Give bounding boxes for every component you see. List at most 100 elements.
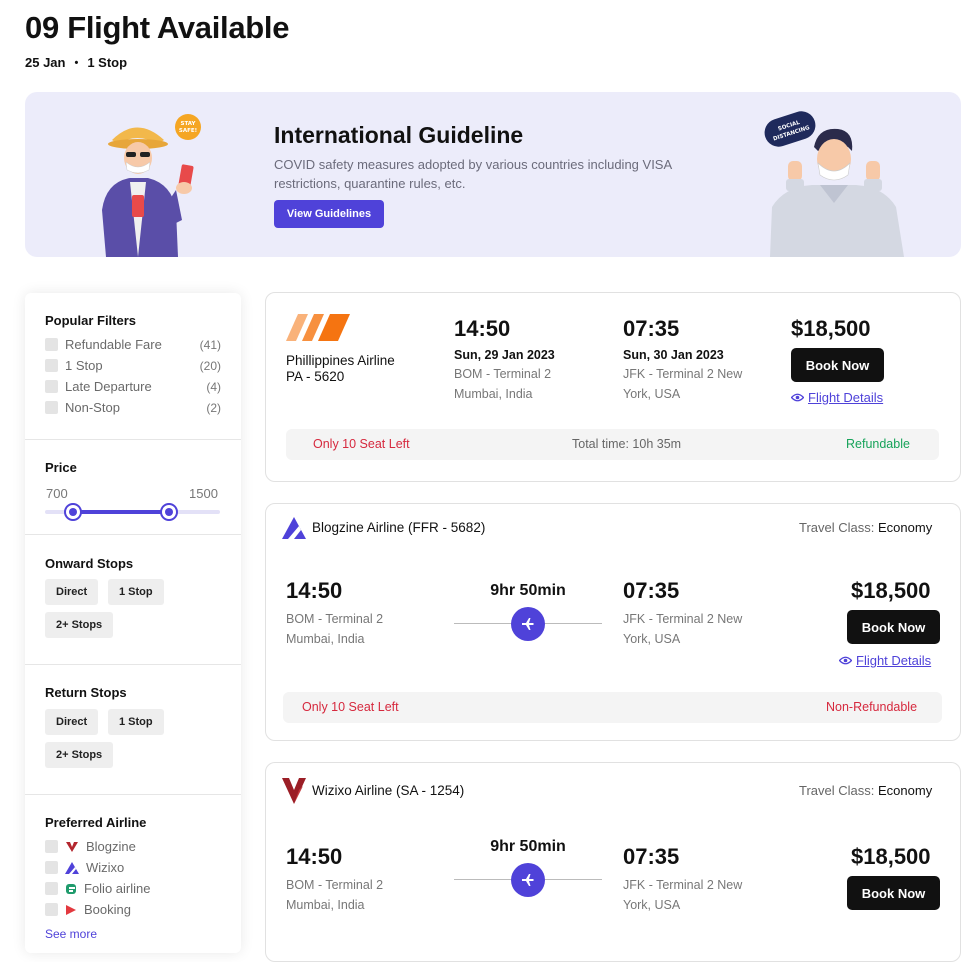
seats-left: Only 10 Seat Left <box>313 437 410 451</box>
filter-1-stop[interactable]: 1 Stop (20) <box>45 355 221 376</box>
see-more-link[interactable]: See more <box>45 927 97 941</box>
return-direct-button[interactable]: Direct <box>45 709 99 735</box>
onward-stops-title: Onward Stops <box>45 556 134 571</box>
arrival-time: 07:35 <box>623 316 680 341</box>
blogzine-airline-logo-icon <box>282 517 306 539</box>
checkbox[interactable] <box>45 882 58 895</box>
checkbox[interactable] <box>45 903 58 916</box>
filter-non-stop[interactable]: Non-Stop (2) <box>45 397 221 418</box>
arrival-time: 07:35 <box>623 844 680 869</box>
arrival-location: JFK - Terminal 2 New York, USA <box>623 612 743 646</box>
flight-info-strip: Only 10 Seat Left Total time: 10h 35m Re… <box>286 429 939 460</box>
travel-class: Travel Class: Economy <box>799 520 933 535</box>
refund-status: Refundable <box>846 437 910 451</box>
search-summary: 25 Jan • 1 Stop <box>25 55 127 70</box>
wizixo-logo-icon <box>65 861 79 874</box>
divider <box>25 794 241 795</box>
price-min-label: 700 <box>46 486 68 501</box>
price-filter-title: Price <box>45 460 77 475</box>
departure-time: 14:50 <box>286 578 343 603</box>
divider <box>25 439 241 440</box>
philippines-airline-logo-icon <box>286 314 350 341</box>
divider <box>25 664 241 665</box>
flight-price: $18,500 <box>851 844 931 869</box>
airline-booking[interactable]: Booking <box>45 899 221 920</box>
divider <box>25 534 241 535</box>
onward-1-stop-button[interactable]: 1 Stop <box>108 579 164 605</box>
separator-dot: • <box>74 56 79 69</box>
flight-duration: 9hr 50min <box>490 582 566 599</box>
folio-logo-icon <box>66 883 76 894</box>
flight-price: $18,500 <box>791 316 871 341</box>
plane-icon <box>511 863 545 897</box>
flight-details-link[interactable]: Flight Details <box>791 390 883 405</box>
airline-blogzine[interactable]: Blogzine <box>45 836 221 857</box>
preferred-airline-title: Preferred Airline <box>45 815 147 830</box>
arrival-location: JFK - Terminal 2 New York, USA <box>623 367 743 401</box>
departure-location: BOM - Terminal 2 Mumbai, India <box>286 612 384 646</box>
page-title: 09 Flight Available <box>25 10 290 45</box>
airline-info: Phillippines Airline PA - 5620 <box>286 353 395 385</box>
wizixo-airline-logo-icon <box>282 778 306 804</box>
price-slider-min-handle[interactable] <box>64 503 82 521</box>
airline-name: Wizixo Airline (SA - 1254) <box>312 783 465 798</box>
departure-time: 14:50 <box>454 316 511 341</box>
eye-icon <box>839 656 852 665</box>
popular-filters-title: Popular Filters <box>45 313 137 328</box>
banner-title: International Guideline <box>274 122 524 148</box>
total-time: Total time: 10h 35m <box>572 437 682 451</box>
blogzine-logo-icon <box>66 841 78 852</box>
checkbox[interactable] <box>45 380 58 393</box>
flight-price: $18,500 <box>851 578 931 603</box>
checkbox[interactable] <box>45 840 58 853</box>
checkbox[interactable] <box>45 401 58 414</box>
book-now-button[interactable]: Book Now <box>847 876 940 910</box>
filter-refundable-fare[interactable]: Refundable Fare (41) <box>45 334 221 355</box>
svg-text:SAFE!: SAFE! <box>179 128 197 134</box>
price-slider-range <box>73 510 170 514</box>
departure-time: 14:50 <box>286 844 343 869</box>
search-stops: 1 Stop <box>87 55 128 70</box>
checkbox[interactable] <box>45 359 58 372</box>
airline-wizixo[interactable]: Wizixo <box>45 857 221 878</box>
social-distancing-man-illustration: SOCIAL DISTANCING <box>764 111 904 257</box>
view-guidelines-button[interactable]: View Guidelines <box>274 200 384 228</box>
flight-code: PA - 5620 <box>286 369 345 384</box>
airline-filter-list: Blogzine Wizixo Folio airline Booking <box>45 836 221 920</box>
seats-left: Only 10 Seat Left <box>302 700 399 714</box>
checkbox[interactable] <box>45 338 58 351</box>
onward-direct-button[interactable]: Direct <box>45 579 99 605</box>
search-date: 25 Jan <box>25 55 66 70</box>
refund-status: Non-Refundable <box>826 700 918 714</box>
flight-details-link[interactable]: Flight Details <box>839 653 931 668</box>
arrival-location: JFK - Terminal 2 New York, USA <box>623 878 743 912</box>
return-stops-title: Return Stops <box>45 685 127 700</box>
arrival-time: 07:35 <box>623 578 680 603</box>
flight-duration: 9hr 50min <box>490 838 566 855</box>
airline-folio[interactable]: Folio airline <box>45 878 221 899</box>
airline-name: Blogzine Airline (FFR - 5682) <box>312 520 486 535</box>
flight-info-strip: Only 10 Seat Left Non-Refundable <box>283 692 942 723</box>
departure-location: BOM - Terminal 2 Mumbai, India <box>286 878 384 912</box>
booking-logo-icon <box>66 904 76 915</box>
travel-class: Travel Class: Economy <box>799 783 933 798</box>
departure-location: BOM - Terminal 2 Mumbai, India <box>454 367 552 401</box>
popular-filters-list: Refundable Fare (41) 1 Stop (20) Late Depa… <box>45 334 221 418</box>
arrival-date: Sun, 30 Jan 2023 <box>623 348 724 362</box>
plane-icon <box>511 607 545 641</box>
banner-description: COVID safety measures adopted by various… <box>274 157 672 191</box>
checkbox[interactable] <box>45 861 58 874</box>
book-now-button[interactable]: Book Now <box>791 348 884 382</box>
return-2plus-stops-button[interactable]: 2+ Stops <box>45 742 114 768</box>
airline-name: Phillippines Airline <box>286 353 395 368</box>
stay-safe-text: STAY <box>181 121 197 127</box>
eye-icon <box>791 393 804 402</box>
traveler-woman-illustration: STAY SAFE! <box>102 114 201 257</box>
price-max-label: 1500 <box>189 486 218 501</box>
departure-date: Sun, 29 Jan 2023 <box>454 348 555 362</box>
book-now-button[interactable]: Book Now <box>847 610 940 644</box>
price-slider-track[interactable] <box>45 503 220 521</box>
onward-2plus-stops-button[interactable]: 2+ Stops <box>45 612 114 638</box>
return-1-stop-button[interactable]: 1 Stop <box>108 709 164 735</box>
filter-late-departure[interactable]: Late Departure (4) <box>45 376 221 397</box>
